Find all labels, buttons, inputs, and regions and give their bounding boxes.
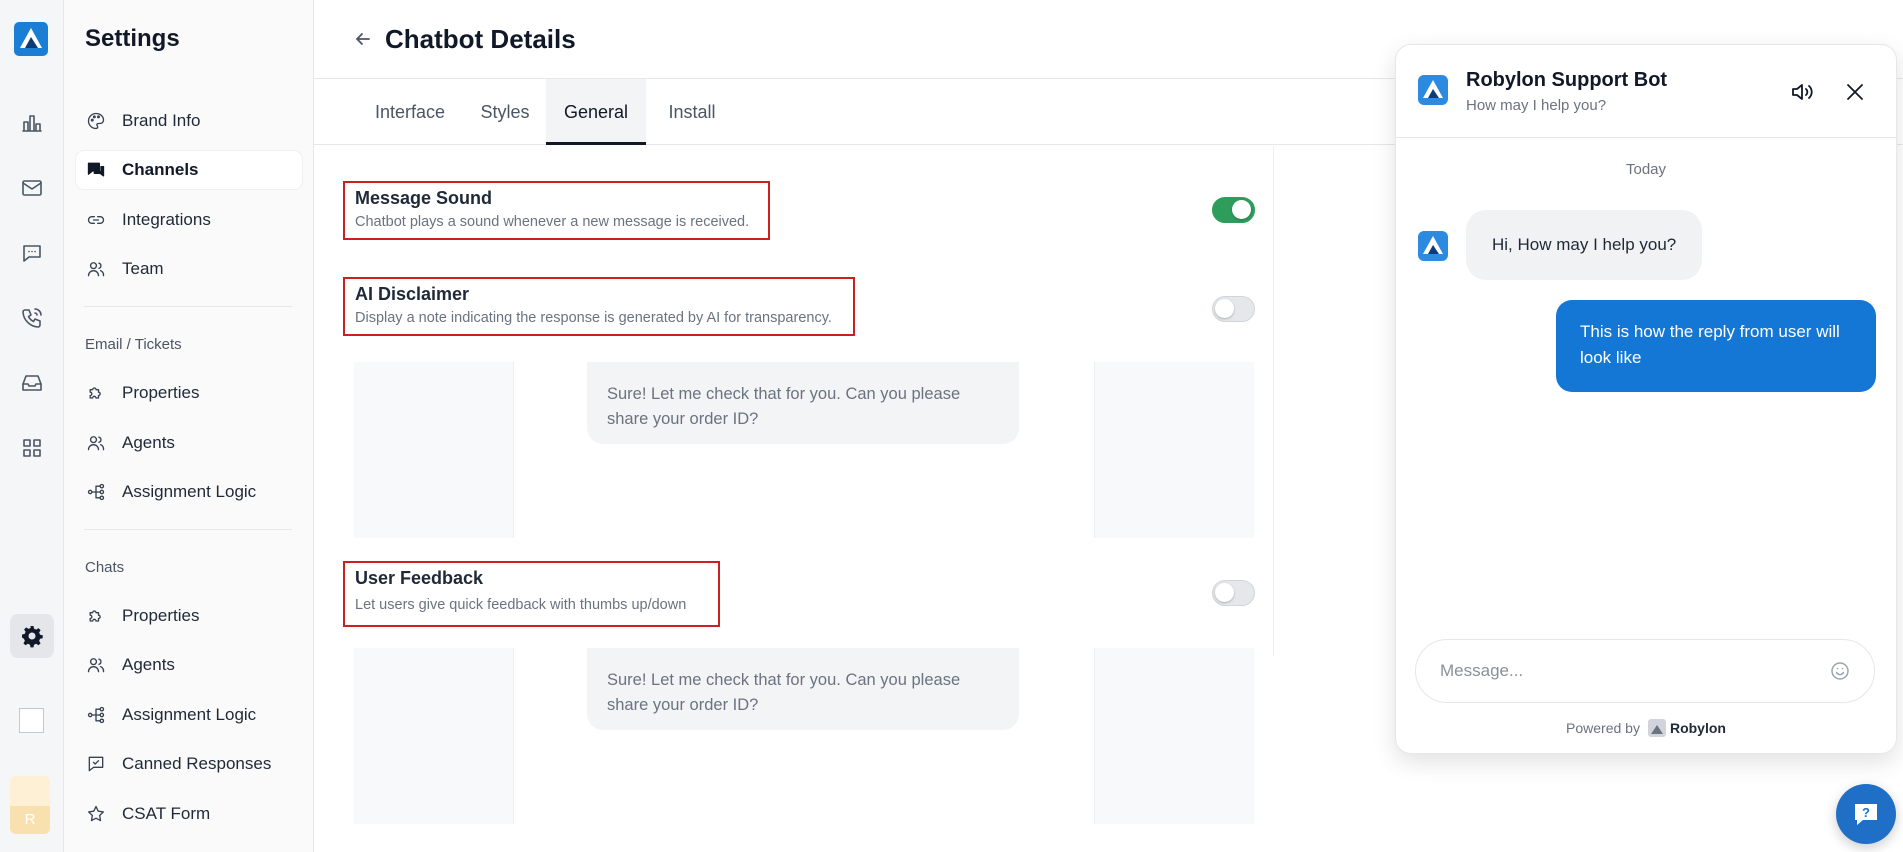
chat-launcher-button[interactable]: ? — [1836, 784, 1896, 844]
preview-left-panel — [354, 362, 514, 538]
settings-sidebar: Settings Brand Info Channels Integration… — [64, 0, 314, 852]
sidebar-item-csat-form[interactable]: CSAT Form — [76, 795, 302, 833]
sidebar-item-chat-agents[interactable]: Agents — [76, 646, 302, 684]
link-icon — [87, 216, 105, 224]
icon-rail: R — [0, 0, 64, 852]
tab-styles[interactable]: Styles — [465, 79, 545, 145]
palette-icon — [87, 112, 105, 130]
setting-title: User Feedback — [355, 568, 484, 588]
sidebar-item-email-assignment-logic[interactable]: Assignment Logic — [76, 473, 302, 511]
widget-title: Robylon Support Bot — [1466, 69, 1668, 91]
sidebar-item-channels[interactable]: Channels — [76, 151, 302, 189]
sidebar-item-label: Agents — [122, 655, 175, 674]
preview-left-panel — [354, 648, 514, 824]
analytics-icon[interactable] — [10, 101, 54, 145]
inbox-icon[interactable] — [10, 361, 54, 405]
speaker-icon[interactable] — [1789, 79, 1815, 105]
message-sound-toggle[interactable] — [1212, 197, 1255, 223]
section-chats: Chats — [85, 559, 125, 576]
puzzle-icon — [89, 387, 101, 399]
sidebar-item-label: Canned Responses — [122, 754, 272, 773]
powered-by-label: Powered by — [1566, 720, 1640, 736]
settings-gear-icon[interactable] — [10, 614, 54, 658]
svg-text:?: ? — [1862, 805, 1870, 820]
robylon-logo-icon — [1647, 719, 1666, 737]
sidebar-item-brand-info[interactable]: Brand Info — [76, 102, 302, 140]
sidebar-item-label: Properties — [122, 606, 200, 625]
puzzle-icon — [89, 610, 101, 622]
agents-icon — [87, 436, 105, 451]
workflow-icon — [87, 483, 105, 501]
phone-icon[interactable] — [10, 296, 54, 340]
team-icon — [87, 262, 105, 277]
chat-icon[interactable] — [10, 231, 54, 275]
help-chat-icon: ? — [1855, 804, 1877, 825]
widget-subtitle: How may I help you? — [1466, 97, 1607, 114]
sidebar-item-label: Brand Info — [122, 111, 201, 130]
sidebar-item-label: CSAT Form — [122, 804, 211, 823]
page-title: Chatbot Details — [385, 24, 576, 54]
sidebar-item-label: Assignment Logic — [122, 482, 257, 501]
setting-description: Display a note indicating the response i… — [355, 310, 832, 326]
message-input-box — [1415, 639, 1875, 703]
sidebar-item-email-properties[interactable]: Properties — [76, 374, 302, 412]
sidebar-item-label: Team — [122, 259, 164, 278]
sidebar-item-canned-responses[interactable]: Canned Responses — [76, 745, 302, 783]
channels-chat-icon — [87, 162, 105, 177]
divider — [84, 529, 292, 530]
preview-message: Sure! Let me check that for you. Can you… — [587, 648, 1019, 730]
user-message-bubble: This is how the reply from user will loo… — [1556, 300, 1876, 392]
setting-title: AI Disclaimer — [355, 284, 470, 304]
tab-general[interactable]: General — [546, 79, 646, 145]
general-settings-content: Message Sound Chatbot plays a sound when… — [314, 146, 1274, 656]
chat-date-separator: Today — [1625, 161, 1667, 178]
ai-disclaimer-preview: Sure! Let me check that for you. Can you… — [354, 362, 1254, 538]
sidebar-title: Settings — [85, 25, 180, 52]
user-feedback-preview: Sure! Let me check that for you. Can you… — [354, 648, 1254, 824]
mail-icon[interactable] — [10, 166, 54, 210]
tab-interface[interactable]: Interface — [358, 79, 462, 145]
user-feedback-toggle[interactable] — [1212, 580, 1255, 606]
preview-right-panel — [1094, 362, 1254, 538]
divider — [84, 306, 292, 307]
setting-description: Let users give quick feedback with thumb… — [355, 597, 687, 613]
bot-avatar-icon — [1418, 75, 1448, 105]
apps-grid-icon[interactable] — [10, 426, 54, 470]
preview-message: Sure! Let me check that for you. Can you… — [587, 362, 1019, 444]
powered-by: Powered by Robylon — [1396, 719, 1896, 737]
sidebar-item-label: Integrations — [122, 210, 211, 229]
bot-message-avatar-icon — [1418, 231, 1448, 261]
workflow-icon — [87, 706, 105, 724]
widget-header: Robylon Support Bot How may I help you? — [1396, 45, 1896, 138]
close-icon[interactable] — [1842, 79, 1868, 105]
emoji-icon[interactable] — [1830, 661, 1850, 681]
setting-title: Message Sound — [355, 188, 493, 208]
sidebar-item-team[interactable]: Team — [76, 250, 302, 288]
sidebar-item-chat-properties[interactable]: Properties — [76, 597, 302, 635]
back-arrow-icon[interactable] — [354, 30, 372, 48]
star-icon — [88, 805, 105, 822]
sidebar-item-chat-assignment-logic[interactable]: Assignment Logic — [76, 696, 302, 734]
sidebar-item-label: Agents — [122, 433, 175, 452]
avatar[interactable]: R — [10, 776, 50, 834]
bot-message-bubble: Hi, How may I help you? — [1466, 210, 1703, 280]
setting-description: Chatbot plays a sound whenever a new mes… — [355, 214, 750, 230]
sidebar-item-label: Properties — [122, 383, 200, 402]
sidebar-item-email-agents[interactable]: Agents — [76, 424, 302, 462]
section-email-tickets: Email / Tickets — [85, 336, 182, 353]
powered-by-brand[interactable]: Robylon — [1670, 720, 1726, 736]
message-input[interactable] — [1440, 640, 1820, 702]
avatar-initial: R — [10, 806, 50, 834]
ai-disclaimer-toggle[interactable] — [1212, 296, 1255, 322]
canned-response-icon — [88, 756, 104, 772]
workspace-square-icon[interactable] — [19, 708, 44, 733]
agents-icon — [87, 658, 105, 673]
sidebar-item-integrations[interactable]: Integrations — [76, 201, 302, 239]
app-logo-icon[interactable] — [14, 22, 48, 56]
sidebar-item-label: Channels — [122, 160, 199, 179]
chatbot-widget-preview: Robylon Support Bot How may I help you? … — [1395, 44, 1897, 754]
sidebar-item-label: Assignment Logic — [122, 705, 257, 724]
tab-install[interactable]: Install — [648, 79, 736, 145]
preview-right-panel — [1094, 648, 1254, 824]
